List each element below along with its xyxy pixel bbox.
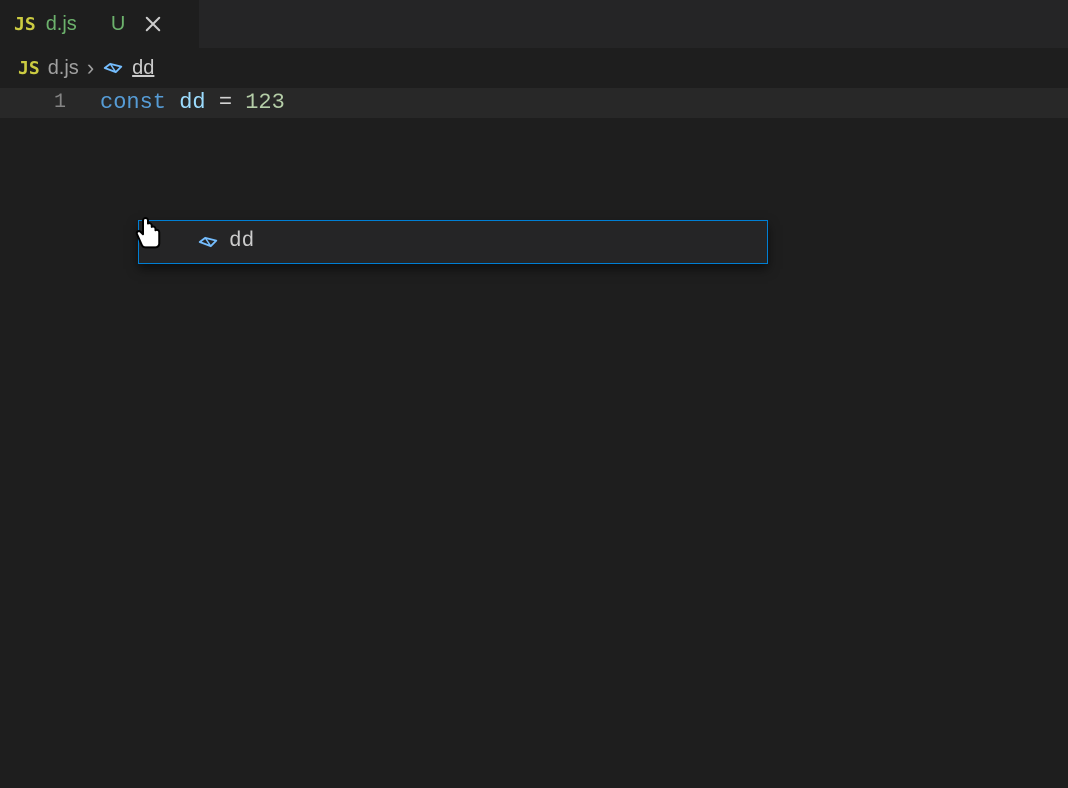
line-content[interactable]: const dd = 123 xyxy=(100,88,285,118)
token-keyword: const xyxy=(100,90,166,115)
close-icon[interactable] xyxy=(143,14,163,34)
tab-git-status-badge: U xyxy=(111,13,125,36)
breadcrumb[interactable]: JS d.js › dd xyxy=(0,48,1068,88)
token-operator: = xyxy=(219,90,232,115)
tab-filename: d.js xyxy=(46,13,77,36)
js-file-icon: JS xyxy=(18,58,40,79)
token-number: 123 xyxy=(245,90,285,115)
code-editor[interactable]: 1 const dd = 123 dd xyxy=(0,88,1068,118)
line-number: 1 xyxy=(0,88,100,118)
js-file-icon: JS xyxy=(14,14,36,35)
variable-icon xyxy=(197,231,219,253)
tab-bar: JS d.js U xyxy=(0,0,1068,48)
breadcrumb-file[interactable]: d.js xyxy=(48,57,79,80)
token-identifier: dd xyxy=(179,90,205,115)
dropdown-item[interactable]: dd xyxy=(139,221,767,263)
breadcrumb-dropdown[interactable]: dd xyxy=(138,220,768,264)
variable-icon xyxy=(102,57,124,79)
editor-tab[interactable]: JS d.js U xyxy=(0,0,200,48)
dropdown-item-label: dd xyxy=(229,227,254,257)
breadcrumb-symbol[interactable]: dd xyxy=(132,57,154,80)
chevron-right-icon: › xyxy=(87,55,94,81)
